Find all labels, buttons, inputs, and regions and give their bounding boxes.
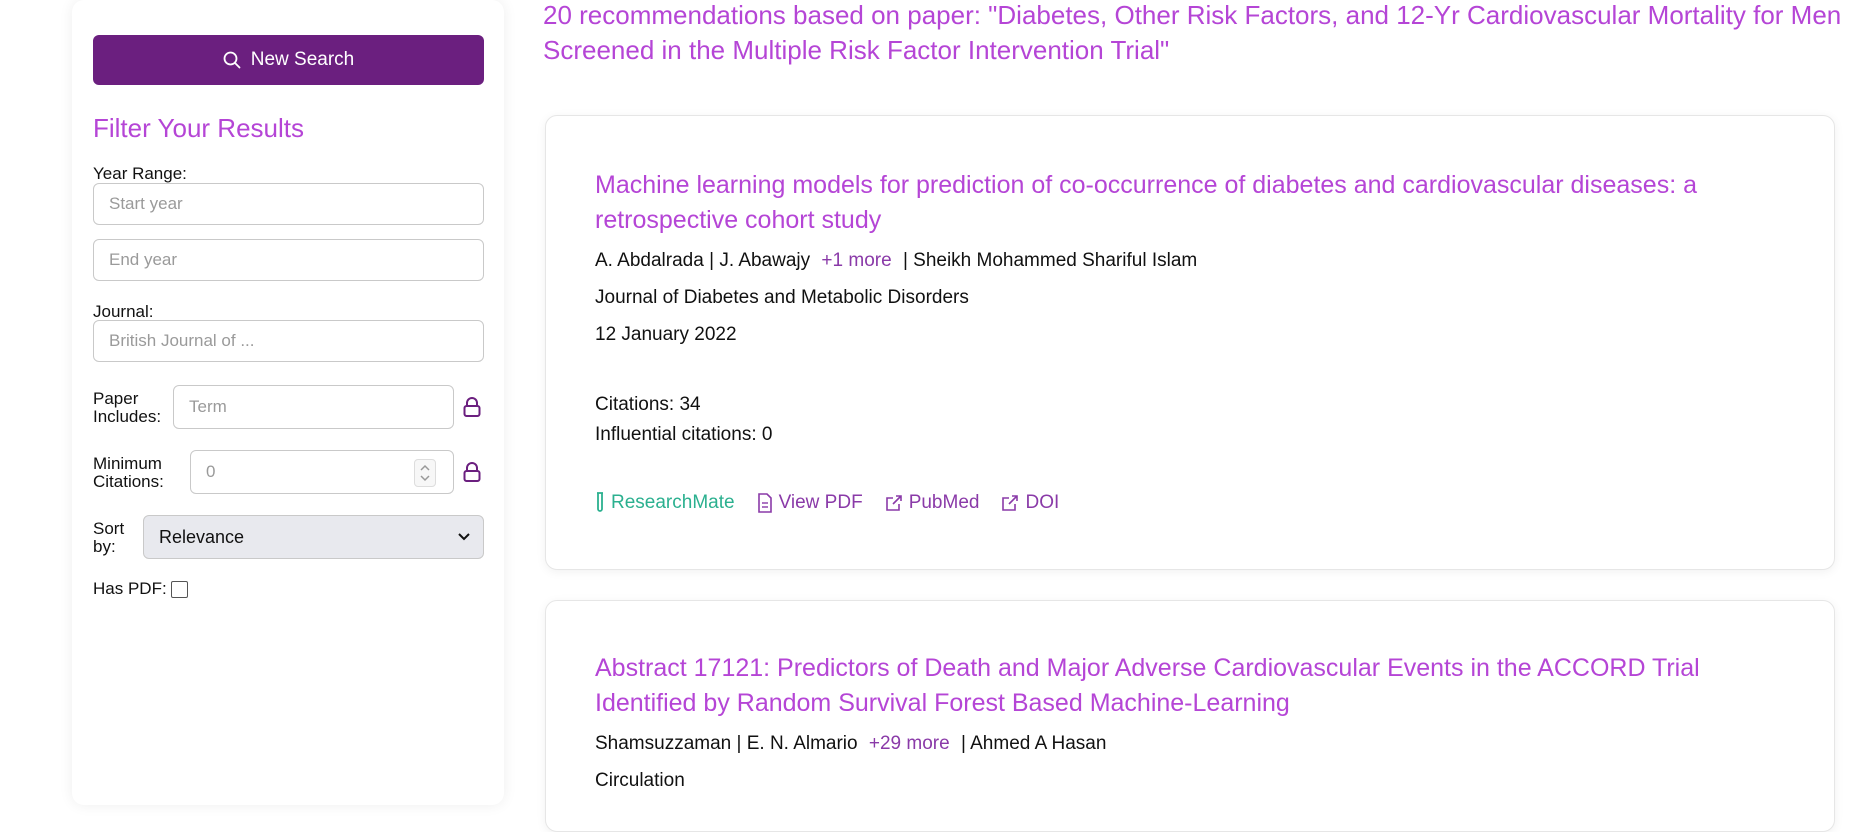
number-stepper[interactable] bbox=[414, 459, 436, 487]
paper-title-link[interactable]: Abstract 17121: Predictors of Death and … bbox=[595, 651, 1785, 721]
sort-select-value: Relevance bbox=[159, 526, 245, 547]
end-year-input[interactable] bbox=[93, 239, 484, 281]
doi-label: DOI bbox=[1025, 492, 1060, 513]
author-name[interactable]: | Sheikh Mohammed Shariful Islam bbox=[903, 250, 1197, 271]
test-tube-icon bbox=[597, 492, 603, 512]
min-citations-label-line1: Minimum bbox=[93, 454, 162, 473]
stepper-arrows-icon bbox=[420, 464, 430, 482]
has-pdf-checkbox[interactable] bbox=[171, 581, 188, 598]
journal-label: Journal: bbox=[93, 302, 154, 321]
paper-includes-label-line1: Paper bbox=[93, 389, 139, 408]
view-pdf-link[interactable]: View PDF bbox=[757, 492, 863, 514]
journal-name: Journal of Diabetes and Metabolic Disord… bbox=[595, 287, 969, 308]
result-card: Abstract 17121: Predictors of Death and … bbox=[545, 600, 1835, 832]
sort-label-line1: Sort bbox=[93, 519, 125, 538]
min-citations-label: Minimum Citations: bbox=[93, 455, 164, 491]
document-icon bbox=[757, 493, 772, 513]
author-list: Shamsuzzaman | E. N. Almario +29 more | … bbox=[595, 733, 1106, 755]
author-name[interactable]: E. N. Almario bbox=[747, 733, 858, 754]
sort-label-line2: by: bbox=[93, 537, 116, 556]
recommendations-heading: 20 recommendations based on paper: "Diab… bbox=[543, 0, 1842, 65]
result-card: Machine learning models for prediction o… bbox=[545, 115, 1835, 570]
external-link-icon bbox=[1002, 495, 1019, 511]
paper-links: ResearchMate View PDF PubMed DOI bbox=[595, 492, 1059, 514]
year-range-label: Year Range: bbox=[93, 164, 187, 183]
sort-select[interactable]: Relevance bbox=[143, 515, 484, 559]
researchmate-label: ResearchMate bbox=[611, 492, 735, 513]
author-name[interactable]: A. Abdalrada | bbox=[595, 250, 714, 271]
author-name[interactable]: Shamsuzzaman | bbox=[595, 733, 741, 754]
doi-link[interactable]: DOI bbox=[1001, 492, 1059, 514]
author-list: A. Abdalrada | J. Abawajy +1 more | Shei… bbox=[595, 250, 1197, 272]
paper-includes-label: Paper Includes: bbox=[93, 390, 161, 426]
search-icon bbox=[223, 51, 241, 69]
lock-icon[interactable] bbox=[463, 461, 481, 483]
chevron-down-icon bbox=[458, 533, 470, 541]
journal-name: Circulation bbox=[595, 770, 685, 791]
paper-includes-label-line2: Includes: bbox=[93, 407, 162, 426]
pubmed-link[interactable]: PubMed bbox=[885, 492, 980, 514]
term-input[interactable] bbox=[173, 385, 454, 429]
sort-label: Sort by: bbox=[93, 520, 124, 556]
filter-sidebar: New Search Filter Your Results Year Rang… bbox=[72, 0, 504, 805]
filter-title: Filter Your Results bbox=[93, 113, 304, 143]
citation-count: Citations: 34 bbox=[595, 394, 701, 415]
new-search-button[interactable]: New Search bbox=[93, 35, 484, 85]
paper-title-link[interactable]: Machine learning models for prediction o… bbox=[595, 168, 1785, 238]
pubmed-label: PubMed bbox=[908, 492, 980, 513]
external-link-icon bbox=[885, 495, 902, 511]
journal-input[interactable] bbox=[93, 320, 484, 362]
has-pdf-label: Has PDF: bbox=[93, 579, 167, 598]
publication-date: 12 January 2022 bbox=[595, 324, 737, 345]
new-search-label: New Search bbox=[250, 49, 355, 70]
start-year-input[interactable] bbox=[93, 183, 484, 225]
author-name[interactable]: | Ahmed A Hasan bbox=[961, 733, 1106, 754]
lock-icon[interactable] bbox=[463, 396, 481, 418]
author-name[interactable]: J. Abawajy bbox=[719, 250, 810, 271]
min-citations-label-line2: Citations: bbox=[93, 472, 164, 491]
more-authors-link[interactable]: +1 more bbox=[821, 250, 891, 271]
influential-citation-count: Influential citations: 0 bbox=[595, 424, 773, 445]
more-authors-link[interactable]: +29 more bbox=[869, 733, 950, 754]
view-pdf-label: View PDF bbox=[778, 492, 863, 513]
researchmate-link[interactable]: ResearchMate bbox=[595, 492, 735, 514]
